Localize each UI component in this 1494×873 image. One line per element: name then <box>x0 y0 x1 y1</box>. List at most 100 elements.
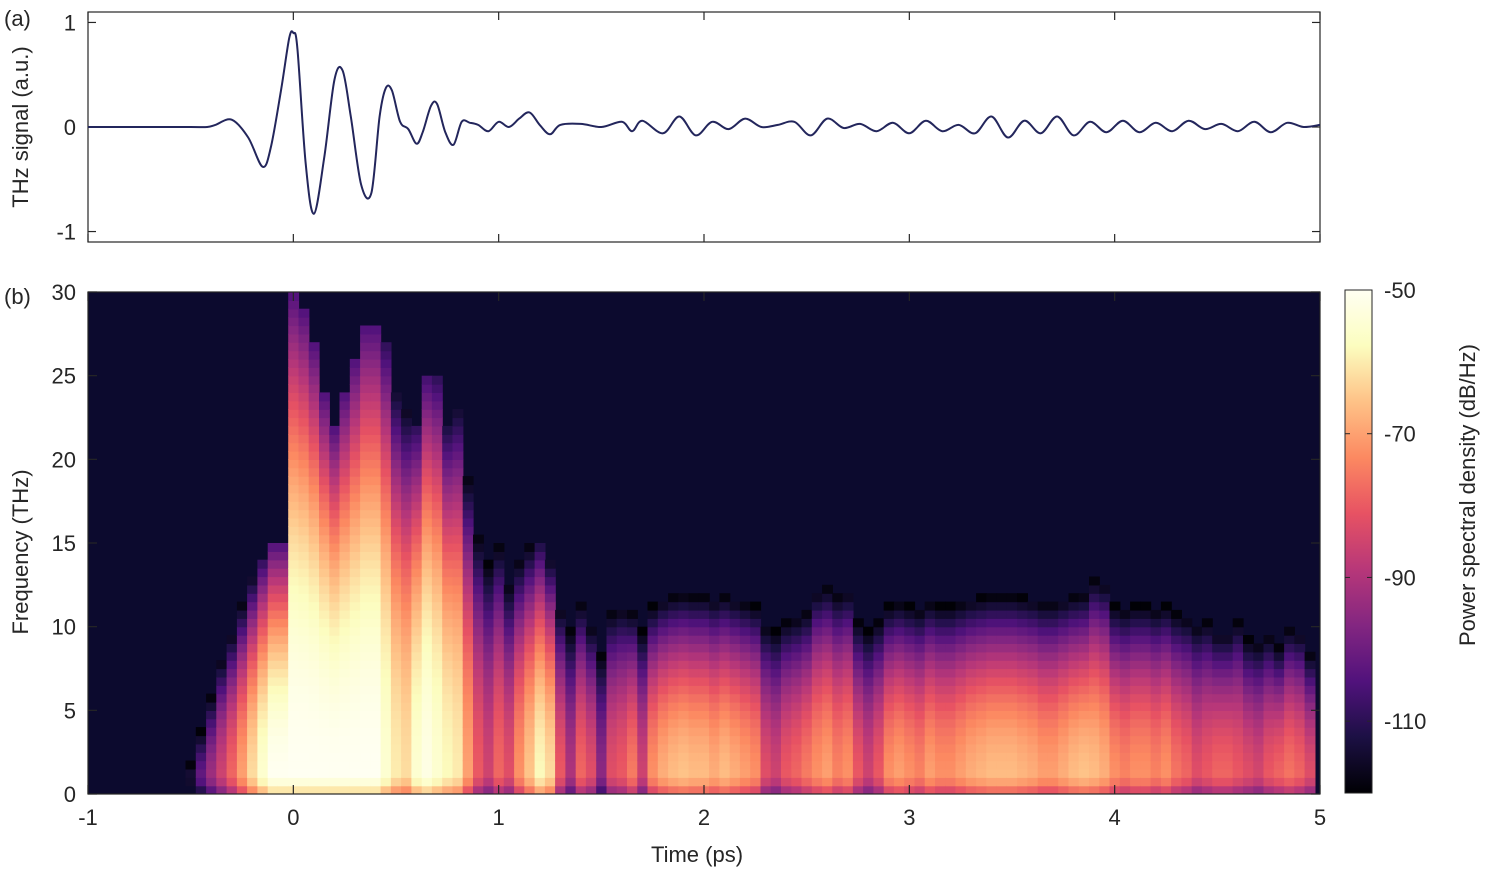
heatmap-cell <box>462 710 474 720</box>
heatmap-cell <box>452 643 464 653</box>
heatmap-cell <box>750 710 762 720</box>
heatmap-cell <box>390 543 402 552</box>
heatmap-cell <box>893 743 905 753</box>
heatmap-cell <box>1089 635 1100 644</box>
heatmap-cell <box>555 760 566 770</box>
heatmap-cell <box>431 501 443 511</box>
heatmap-cell <box>750 743 762 753</box>
heatmap-cell <box>1171 785 1182 794</box>
heatmap-cell <box>965 635 977 644</box>
heatmap-cell <box>401 526 412 536</box>
heatmap-cell <box>719 660 731 670</box>
heatmap-cell <box>822 668 833 678</box>
heatmap-cell <box>709 768 720 778</box>
heatmap-cell <box>893 676 905 686</box>
heatmap-cell <box>1181 735 1193 745</box>
heatmap-cell <box>534 768 546 778</box>
heatmap-cell <box>852 702 864 711</box>
heatmap-cell <box>308 501 320 511</box>
heatmap-cell <box>832 618 844 628</box>
heatmap-cell <box>1130 601 1141 611</box>
heatmap-cell <box>1017 635 1028 644</box>
heatmap-cell <box>431 693 443 703</box>
heatmap-cell <box>1037 777 1049 787</box>
heatmap-cell <box>483 559 495 569</box>
heatmap-cell <box>657 785 669 794</box>
heatmap-cell <box>832 777 844 787</box>
heatmap-cell <box>698 618 710 628</box>
heatmap-cell <box>647 743 659 753</box>
heatmap-cell <box>1150 635 1162 644</box>
heatmap-cell <box>1130 635 1141 644</box>
heatmap-cell <box>349 735 361 745</box>
heatmap-cell <box>709 760 720 770</box>
heatmap-cell <box>216 752 228 762</box>
heatmap-cell <box>678 660 690 670</box>
heatmap-cell <box>668 777 679 787</box>
heatmap-cell <box>1140 609 1152 619</box>
heatmap-cell <box>647 752 659 762</box>
heatmap-cell <box>719 601 731 611</box>
heatmap-cell <box>401 752 412 762</box>
heatmap-cell <box>421 434 433 444</box>
heatmap-cell <box>1006 752 1018 762</box>
heatmap-cell <box>431 635 443 644</box>
heatmap-cell <box>349 534 361 544</box>
heatmap-cell <box>1160 685 1172 695</box>
heatmap-cell <box>822 626 833 636</box>
heatmap-cell <box>442 618 454 628</box>
heatmap-cell <box>308 593 320 603</box>
heatmap-cell <box>1263 785 1275 794</box>
heatmap-cell <box>319 451 330 460</box>
heatmap-cell <box>914 609 926 619</box>
heatmap-cell <box>401 668 412 678</box>
heatmap-cell <box>493 702 505 711</box>
heatmap-cell <box>678 718 690 728</box>
heatmap-cell <box>1284 727 1295 737</box>
heatmap-cell <box>873 651 885 661</box>
heatmap-cell <box>1171 752 1182 762</box>
heatmap-cell <box>719 609 731 619</box>
panel-a: (a) -101 THz signal (a.u.) <box>4 6 1321 245</box>
heatmap-cell <box>380 584 392 594</box>
heatmap-cell <box>1181 676 1193 686</box>
heatmap-cell <box>473 727 484 737</box>
heatmap-cell <box>606 693 618 703</box>
heatmap-cell <box>462 618 474 628</box>
heatmap-cell <box>1181 626 1193 636</box>
heatmap-cell <box>688 676 700 686</box>
heatmap-cell <box>1191 710 1203 720</box>
heatmap-cell <box>555 635 566 644</box>
heatmap-cell <box>411 568 423 578</box>
heatmap-cell <box>380 651 392 661</box>
heatmap-cell <box>1284 676 1295 686</box>
heatmap-cell <box>277 635 289 644</box>
heatmap-cell <box>1047 752 1059 762</box>
heatmap-cell <box>473 785 484 794</box>
heatmap-cell <box>298 476 310 486</box>
heatmap-cell <box>739 618 751 628</box>
heatmap-cell <box>863 768 874 778</box>
heatmap-cell <box>247 676 258 686</box>
heatmap-cell <box>976 693 987 703</box>
heatmap-cell <box>750 626 762 636</box>
heatmap-cell <box>442 434 454 444</box>
heatmap-cell <box>976 601 987 611</box>
cbar-tick-label: -90 <box>1384 565 1416 590</box>
heatmap-cell <box>555 668 566 678</box>
heatmap-cell <box>1253 785 1265 794</box>
heatmap-cell <box>308 777 320 787</box>
heatmap-cell <box>421 643 433 653</box>
heatmap-cell <box>1253 668 1265 678</box>
heatmap-cell <box>781 693 792 703</box>
heatmap-cell <box>431 702 443 711</box>
heatmap-cell <box>380 685 392 695</box>
heatmap-cell <box>1304 660 1316 670</box>
heatmap-cell <box>288 584 300 594</box>
heatmap-cell <box>1078 643 1090 653</box>
heatmap-cell <box>329 727 341 737</box>
heatmap-cell <box>791 618 803 628</box>
heatmap-cell <box>473 676 484 686</box>
heatmap-cell <box>965 668 977 678</box>
heatmap-cell <box>781 685 792 695</box>
